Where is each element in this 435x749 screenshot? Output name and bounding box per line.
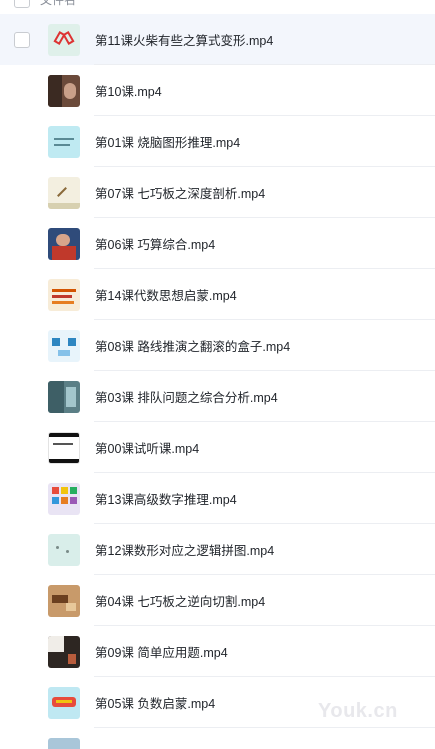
select-all-checkbox[interactable] [14, 0, 30, 8]
file-row[interactable]: 第03课 排队问题之综合分析.mp4 [0, 371, 435, 422]
video-thumbnail [48, 534, 80, 566]
file-name[interactable]: 第12课数形对应之逻辑拼图.mp4 [95, 540, 274, 559]
video-thumbnail [48, 330, 80, 362]
file-row[interactable]: 第10课.mp4 [0, 65, 435, 116]
column-header-name[interactable]: 文件名 [40, 0, 76, 8]
row-checkbox[interactable] [14, 32, 30, 48]
file-name[interactable]: 第00课试听课.mp4 [95, 438, 199, 457]
file-row[interactable]: 第11课火柴有些之算式变形.mp4 [0, 14, 435, 65]
file-row[interactable]: 第08课 路线推演之翻滚的盒子.mp4 [0, 320, 435, 371]
file-name[interactable]: 第08课 路线推演之翻滚的盒子.mp4 [95, 336, 290, 355]
video-thumbnail [48, 24, 80, 56]
video-thumbnail [48, 738, 80, 749]
file-row[interactable]: 第14课代数思想启蒙.mp4 [0, 269, 435, 320]
video-thumbnail [48, 126, 80, 158]
file-name[interactable]: 第14课代数思想启蒙.mp4 [95, 285, 237, 304]
header-row: 文件名 [0, 0, 435, 14]
file-name[interactable]: 第07课 七巧板之深度剖析.mp4 [95, 183, 265, 202]
file-list: 第11课火柴有些之算式变形.mp4 第10课.mp4 第01课 烧脑图形推理.m… [0, 14, 435, 749]
file-name[interactable]: 第05课 负数启蒙.mp4 [95, 693, 215, 712]
file-row[interactable]: 第06课 巧算综合.mp4 [0, 218, 435, 269]
video-thumbnail [48, 279, 80, 311]
video-thumbnail [48, 687, 80, 719]
file-row[interactable]: 第01课 烧脑图形推理.mp4 [0, 116, 435, 167]
file-name[interactable]: 第09课 简单应用题.mp4 [95, 642, 228, 661]
video-thumbnail [48, 432, 80, 464]
video-thumbnail [48, 636, 80, 668]
file-name[interactable]: 第03课 排队问题之综合分析.mp4 [95, 387, 278, 406]
file-name[interactable]: 第11课火柴有些之算式变形.mp4 [95, 30, 273, 49]
file-row[interactable]: 第04课 七巧板之逆向切割.mp4 [0, 575, 435, 626]
video-thumbnail [48, 228, 80, 260]
file-name[interactable]: 第01课 烧脑图形推理.mp4 [95, 132, 240, 151]
file-row[interactable]: 第09课 简单应用题.mp4 [0, 626, 435, 677]
file-name[interactable]: 第13课高级数字推理.mp4 [95, 489, 237, 508]
file-row[interactable]: 第00课试听课.mp4 [0, 422, 435, 473]
file-row[interactable]: 第13课高级数字推理.mp4 [0, 473, 435, 524]
file-row[interactable] [0, 728, 435, 749]
file-row[interactable]: 第07课 七巧板之深度剖析.mp4 [0, 167, 435, 218]
file-name[interactable]: 第06课 巧算综合.mp4 [95, 234, 215, 253]
video-thumbnail [48, 75, 80, 107]
video-thumbnail [48, 177, 80, 209]
video-thumbnail [48, 585, 80, 617]
video-thumbnail [48, 483, 80, 515]
video-thumbnail [48, 381, 80, 413]
watermark: Youk.cn [318, 700, 398, 722]
file-name[interactable]: 第04课 七巧板之逆向切割.mp4 [95, 591, 265, 610]
file-name[interactable]: 第10课.mp4 [95, 81, 162, 100]
file-row[interactable]: 第12课数形对应之逻辑拼图.mp4 [0, 524, 435, 575]
